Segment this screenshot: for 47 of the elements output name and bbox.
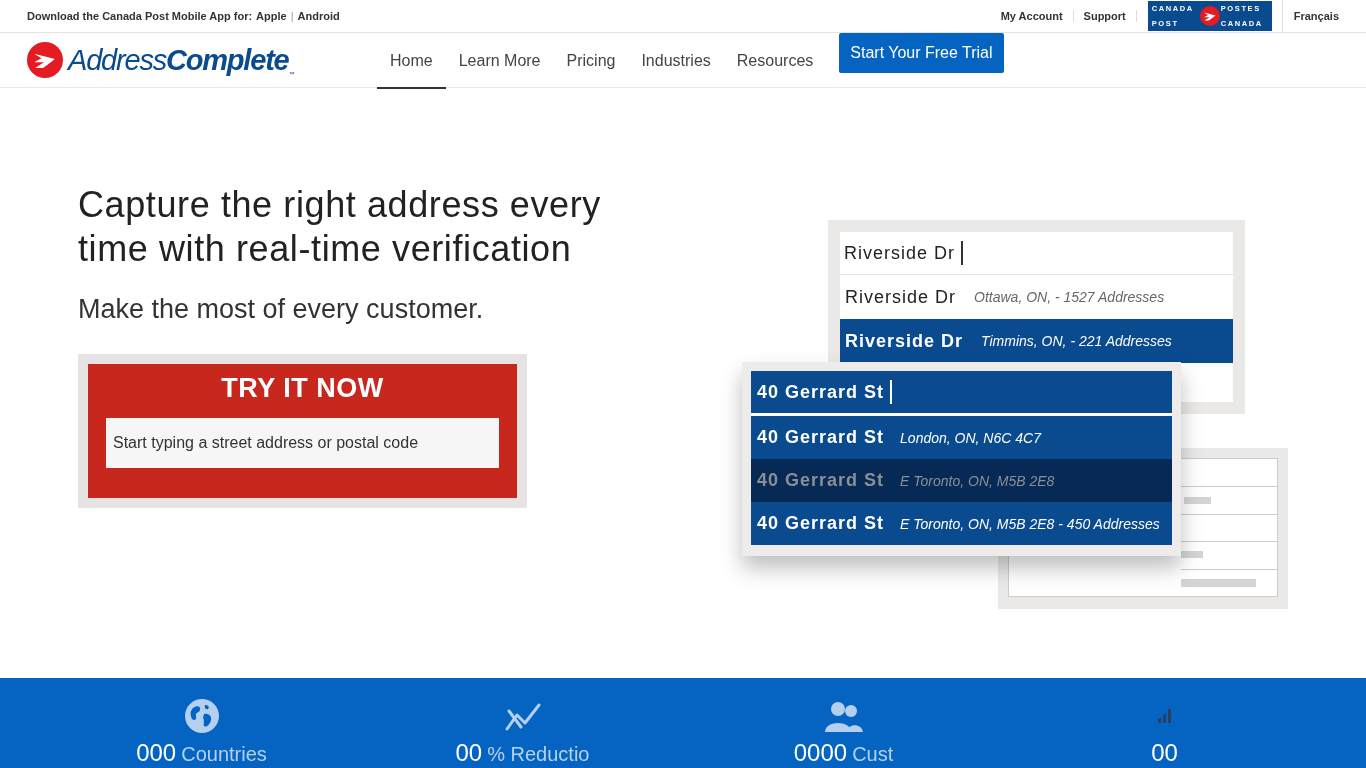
stat-label: % Reductio [487, 742, 590, 766]
free-trial-button[interactable]: Start Your Free Trial [839, 33, 1004, 73]
promo-text: Download the Canada Post Mobile App for: [27, 10, 253, 22]
stat-number: 000 [136, 740, 177, 766]
nav-tab[interactable]: Industries [628, 35, 724, 89]
street-text: 40 Gerrard St [757, 427, 885, 448]
stat-number: 00 [455, 740, 483, 766]
text-cursor [890, 380, 893, 404]
people-icon [824, 700, 863, 732]
nav-tab[interactable]: Pricing [553, 35, 629, 89]
suggestion-row[interactable]: Riverside Dr Ottawa, ON, - 1527 Addresses [840, 275, 1233, 319]
language-link[interactable]: Français [1281, 0, 1366, 32]
app-link[interactable]: Android [297, 10, 340, 22]
account-link[interactable]: Support [1073, 10, 1137, 22]
nav-tab[interactable]: Learn More [445, 35, 554, 89]
stat-number: 0000 [793, 740, 848, 766]
address-input-field[interactable]: Start typing a street address or postal code [106, 418, 499, 468]
location-text: E Toronto, ON, M5B 2E8 [900, 472, 1055, 489]
stat-label: Countries [181, 742, 267, 766]
location-text: E Toronto, ON, M5B 2E8 - 450 Addresses [900, 515, 1160, 532]
globe-icon [184, 699, 219, 733]
query-text: 40 Gerrard St [757, 381, 885, 403]
signal-bars-icon [1158, 709, 1171, 723]
eagle-icon [27, 42, 63, 78]
street-text: 40 Gerrard St [757, 513, 885, 534]
app-link[interactable]: Apple [256, 10, 287, 22]
text-cursor [961, 241, 964, 265]
subheadline: Make the most of every customer. [78, 294, 485, 325]
stat-label: Cust [852, 742, 894, 766]
suggestion-row[interactable]: 40 Gerrard St London, ON, N6C 4C7 [751, 416, 1172, 459]
street-text: Riverside Dr [845, 286, 957, 308]
location-text: Ottawa, ON, - 1527 Addresses [974, 289, 1165, 305]
panel-title: TRY IT NOW [221, 373, 384, 404]
query-text: Riverside Dr [844, 242, 956, 264]
headline: Capture the right address every time with real-time verification [78, 183, 602, 271]
street-text: 40 Gerrard St [757, 470, 885, 491]
account-link[interactable]: My Account [990, 10, 1074, 22]
nav-tab[interactable]: Resources [723, 35, 827, 89]
location-text: Timmins, ON, - 221 Addresses [981, 333, 1172, 349]
street-text: Riverside Dr [845, 330, 964, 352]
eagle-icon [1198, 5, 1221, 27]
location-text: London, ON, N6C 4C7 [900, 429, 1041, 446]
stat-number: 00 [1151, 740, 1178, 766]
nav-tab[interactable]: Home [377, 35, 446, 89]
suggestion-row[interactable]: Riverside Dr Timmins, ON, - 221 Addresses [840, 319, 1233, 363]
suggestion-row[interactable]: 40 Gerrard St E Toronto, ON, M5B 2E8 - 450 Addresses [751, 502, 1172, 545]
link-separator: | [290, 10, 294, 22]
